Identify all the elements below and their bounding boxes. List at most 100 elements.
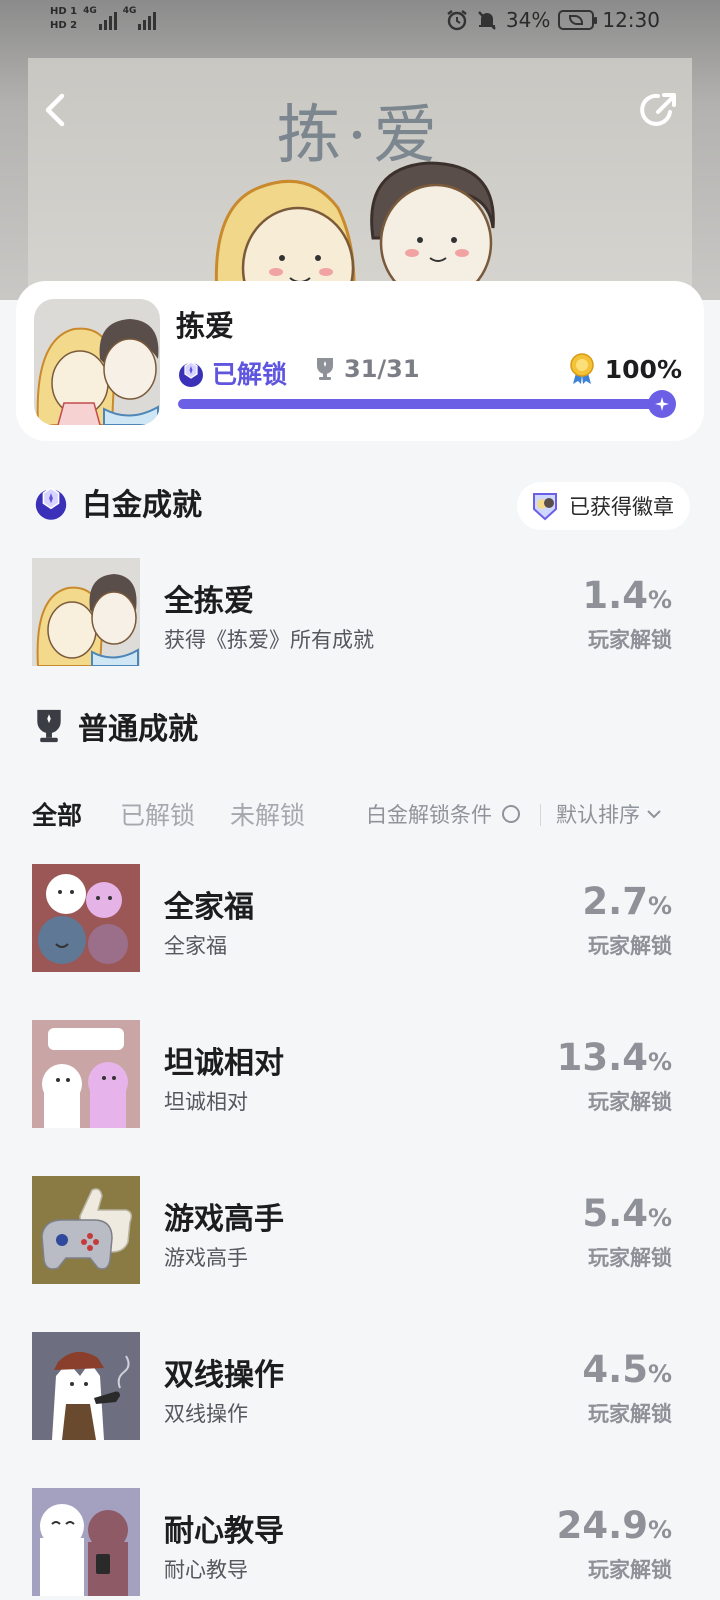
achievement-filter-bar: 全部 已解锁 未解锁 白金解锁条件 默认排序 (32, 796, 688, 832)
achievement-thumbnail (32, 1488, 140, 1596)
sort-label: 默认排序 (556, 803, 640, 827)
alarm-icon (447, 10, 467, 31)
sort-dropdown[interactable]: 默认排序 (556, 799, 662, 829)
achievement-unlock-rate-unit: % (647, 1204, 672, 1232)
game-summary-card: 拣爱 已解锁 31/31 100% (16, 281, 704, 441)
achievement-unlock-rate: 2.7% (582, 880, 672, 923)
clock: 12:30 (602, 8, 660, 32)
mute-bell-icon (478, 11, 496, 30)
platinum-trophy-icon (179, 361, 203, 387)
achievement-name: 坦诚相对 (164, 1046, 284, 1081)
achievement-unlock-rate: 24.9% (557, 1504, 672, 1547)
power-saving-leaf-icon (569, 15, 584, 25)
share-icon[interactable] (636, 88, 680, 132)
completion-progress-fill (178, 399, 662, 409)
platinum-achievement-thumbnail (32, 558, 140, 666)
achievement-description: 耐心教导 (164, 1558, 248, 1582)
achievement-row[interactable]: 耐心教导 耐心教导 24.9% 玩家解锁 (32, 1488, 688, 1598)
achievement-unlock-rate: 1.4% (582, 574, 672, 617)
achievement-unlock-rate: 5.4% (582, 1192, 672, 1235)
achievement-unlock-label: 玩家解锁 (588, 628, 672, 652)
achievement-unlock-rate-value: 24.9 (556, 1504, 648, 1547)
achievement-thumbnail (32, 1020, 140, 1128)
battery-icon (558, 10, 598, 30)
achievement-thumbnail (32, 1176, 140, 1284)
achievement-description: 获得《拣爱》所有成就 (164, 628, 374, 652)
system-indicators: 34% 12:30 (446, 8, 660, 32)
platinum-trophy-icon (35, 487, 67, 520)
completion-progress-bar (178, 390, 676, 418)
tab-all[interactable]: 全部 (32, 796, 82, 832)
signal-strength-1-icon (98, 8, 117, 30)
chevron-down-icon (647, 810, 661, 819)
normal-section-title: 普通成就 (78, 712, 198, 747)
achievement-unlock-rate: 4.5% (582, 1348, 672, 1391)
achievement-unlock-label: 玩家解锁 (588, 1558, 672, 1582)
unlock-status-label: 已解锁 (212, 360, 288, 389)
network-type-1: 4G (83, 6, 97, 16)
battery-percent: 34% (505, 8, 551, 32)
trophy-count: 31/31 (314, 355, 420, 383)
game-title: 拣爱 (176, 309, 235, 343)
toggle-circle-icon (502, 805, 520, 823)
achievement-row[interactable]: 游戏高手 游戏高手 5.4% 玩家解锁 (32, 1176, 688, 1286)
achievement-row[interactable]: 坦诚相对 坦诚相对 13.4% 玩家解锁 (32, 1020, 688, 1130)
medal-icon (570, 353, 594, 384)
signal-strength-2-icon (138, 8, 157, 30)
platinum-section-title: 白金成就 (82, 488, 202, 523)
achievement-unlock-rate: 13.4% (557, 1036, 672, 1079)
progress-star-icon (648, 390, 676, 418)
achievement-name: 双线操作 (164, 1358, 284, 1393)
unlock-status: 已解锁 (176, 355, 287, 391)
back-arrow-icon[interactable] (36, 88, 76, 132)
tab-unlocked[interactable]: 已解锁 (120, 796, 195, 832)
achievement-thumbnail (32, 864, 140, 972)
achievement-unlock-rate-unit: % (647, 892, 672, 920)
achievement-unlock-label: 玩家解锁 (588, 934, 672, 958)
platinum-section-header: 白金成就 (32, 480, 202, 524)
status-bar: HD 1 HD 2 4G 4G 34% 12:30 (0, 0, 720, 50)
platinum-condition-toggle[interactable]: 白金解锁条件 (366, 799, 520, 829)
hd-2-label: HD 2 (50, 20, 78, 31)
network-type-2: 4G (122, 6, 137, 16)
earned-badge-label: 已获得徽章 (569, 495, 674, 519)
achievement-unlock-rate-value: 2.7 (582, 880, 648, 923)
hd-1-label: HD 1 (50, 6, 78, 17)
tab-locked[interactable]: 未解锁 (230, 796, 305, 832)
achievement-name: 耐心教导 (164, 1514, 284, 1549)
achievement-unlock-rate-unit: % (647, 1360, 672, 1388)
achievement-unlock-rate-value: 4.5 (582, 1348, 648, 1391)
achievement-name: 全拣爱 (164, 584, 254, 619)
achievement-row[interactable]: 双线操作 双线操作 4.5% 玩家解锁 (32, 1332, 688, 1442)
cover-illustration (36, 319, 159, 425)
completion-percent: 100% (569, 353, 682, 385)
trophy-icon (317, 358, 333, 380)
signal-indicators: HD 1 HD 2 4G 4G (50, 6, 157, 31)
trophy-icon (37, 709, 61, 743)
achievement-unlock-rate-unit: % (647, 586, 672, 614)
completion-percent-value: 100% (604, 354, 682, 384)
badge-icon (533, 493, 557, 521)
achievement-description: 坦诚相对 (164, 1090, 248, 1114)
achievement-thumbnail (32, 1332, 140, 1440)
achievement-description: 全家福 (164, 934, 227, 958)
achievement-unlock-rate-value: 13.4 (556, 1036, 648, 1079)
trophy-count-value: 31/31 (344, 355, 420, 383)
achievement-unlock-label: 玩家解锁 (588, 1402, 672, 1426)
achievement-description: 游戏高手 (164, 1246, 248, 1270)
achievement-unlock-rate-unit: % (647, 1516, 672, 1544)
achievement-unlock-rate-unit: % (647, 1048, 672, 1076)
earned-badge-button[interactable]: 已获得徽章 (517, 482, 690, 530)
platinum-condition-label: 白金解锁条件 (366, 803, 492, 827)
hd-voice-indicators: HD 1 HD 2 (50, 6, 77, 31)
filter-divider (540, 804, 541, 826)
achievement-row[interactable]: 全家福 全家福 2.7% 玩家解锁 (32, 864, 688, 974)
platinum-achievement-row[interactable]: 全拣爱 获得《拣爱》所有成就 1.4% 玩家解锁 (32, 558, 688, 668)
achievement-name: 全家福 (164, 890, 254, 925)
hero-illustration (214, 161, 498, 298)
achievement-unlock-rate-value: 1.4 (582, 574, 648, 617)
game-cover-image (34, 299, 160, 425)
achievement-unlock-rate-value: 5.4 (582, 1192, 648, 1235)
achievement-unlock-label: 玩家解锁 (588, 1090, 672, 1114)
achievement-unlock-label: 玩家解锁 (588, 1246, 672, 1270)
